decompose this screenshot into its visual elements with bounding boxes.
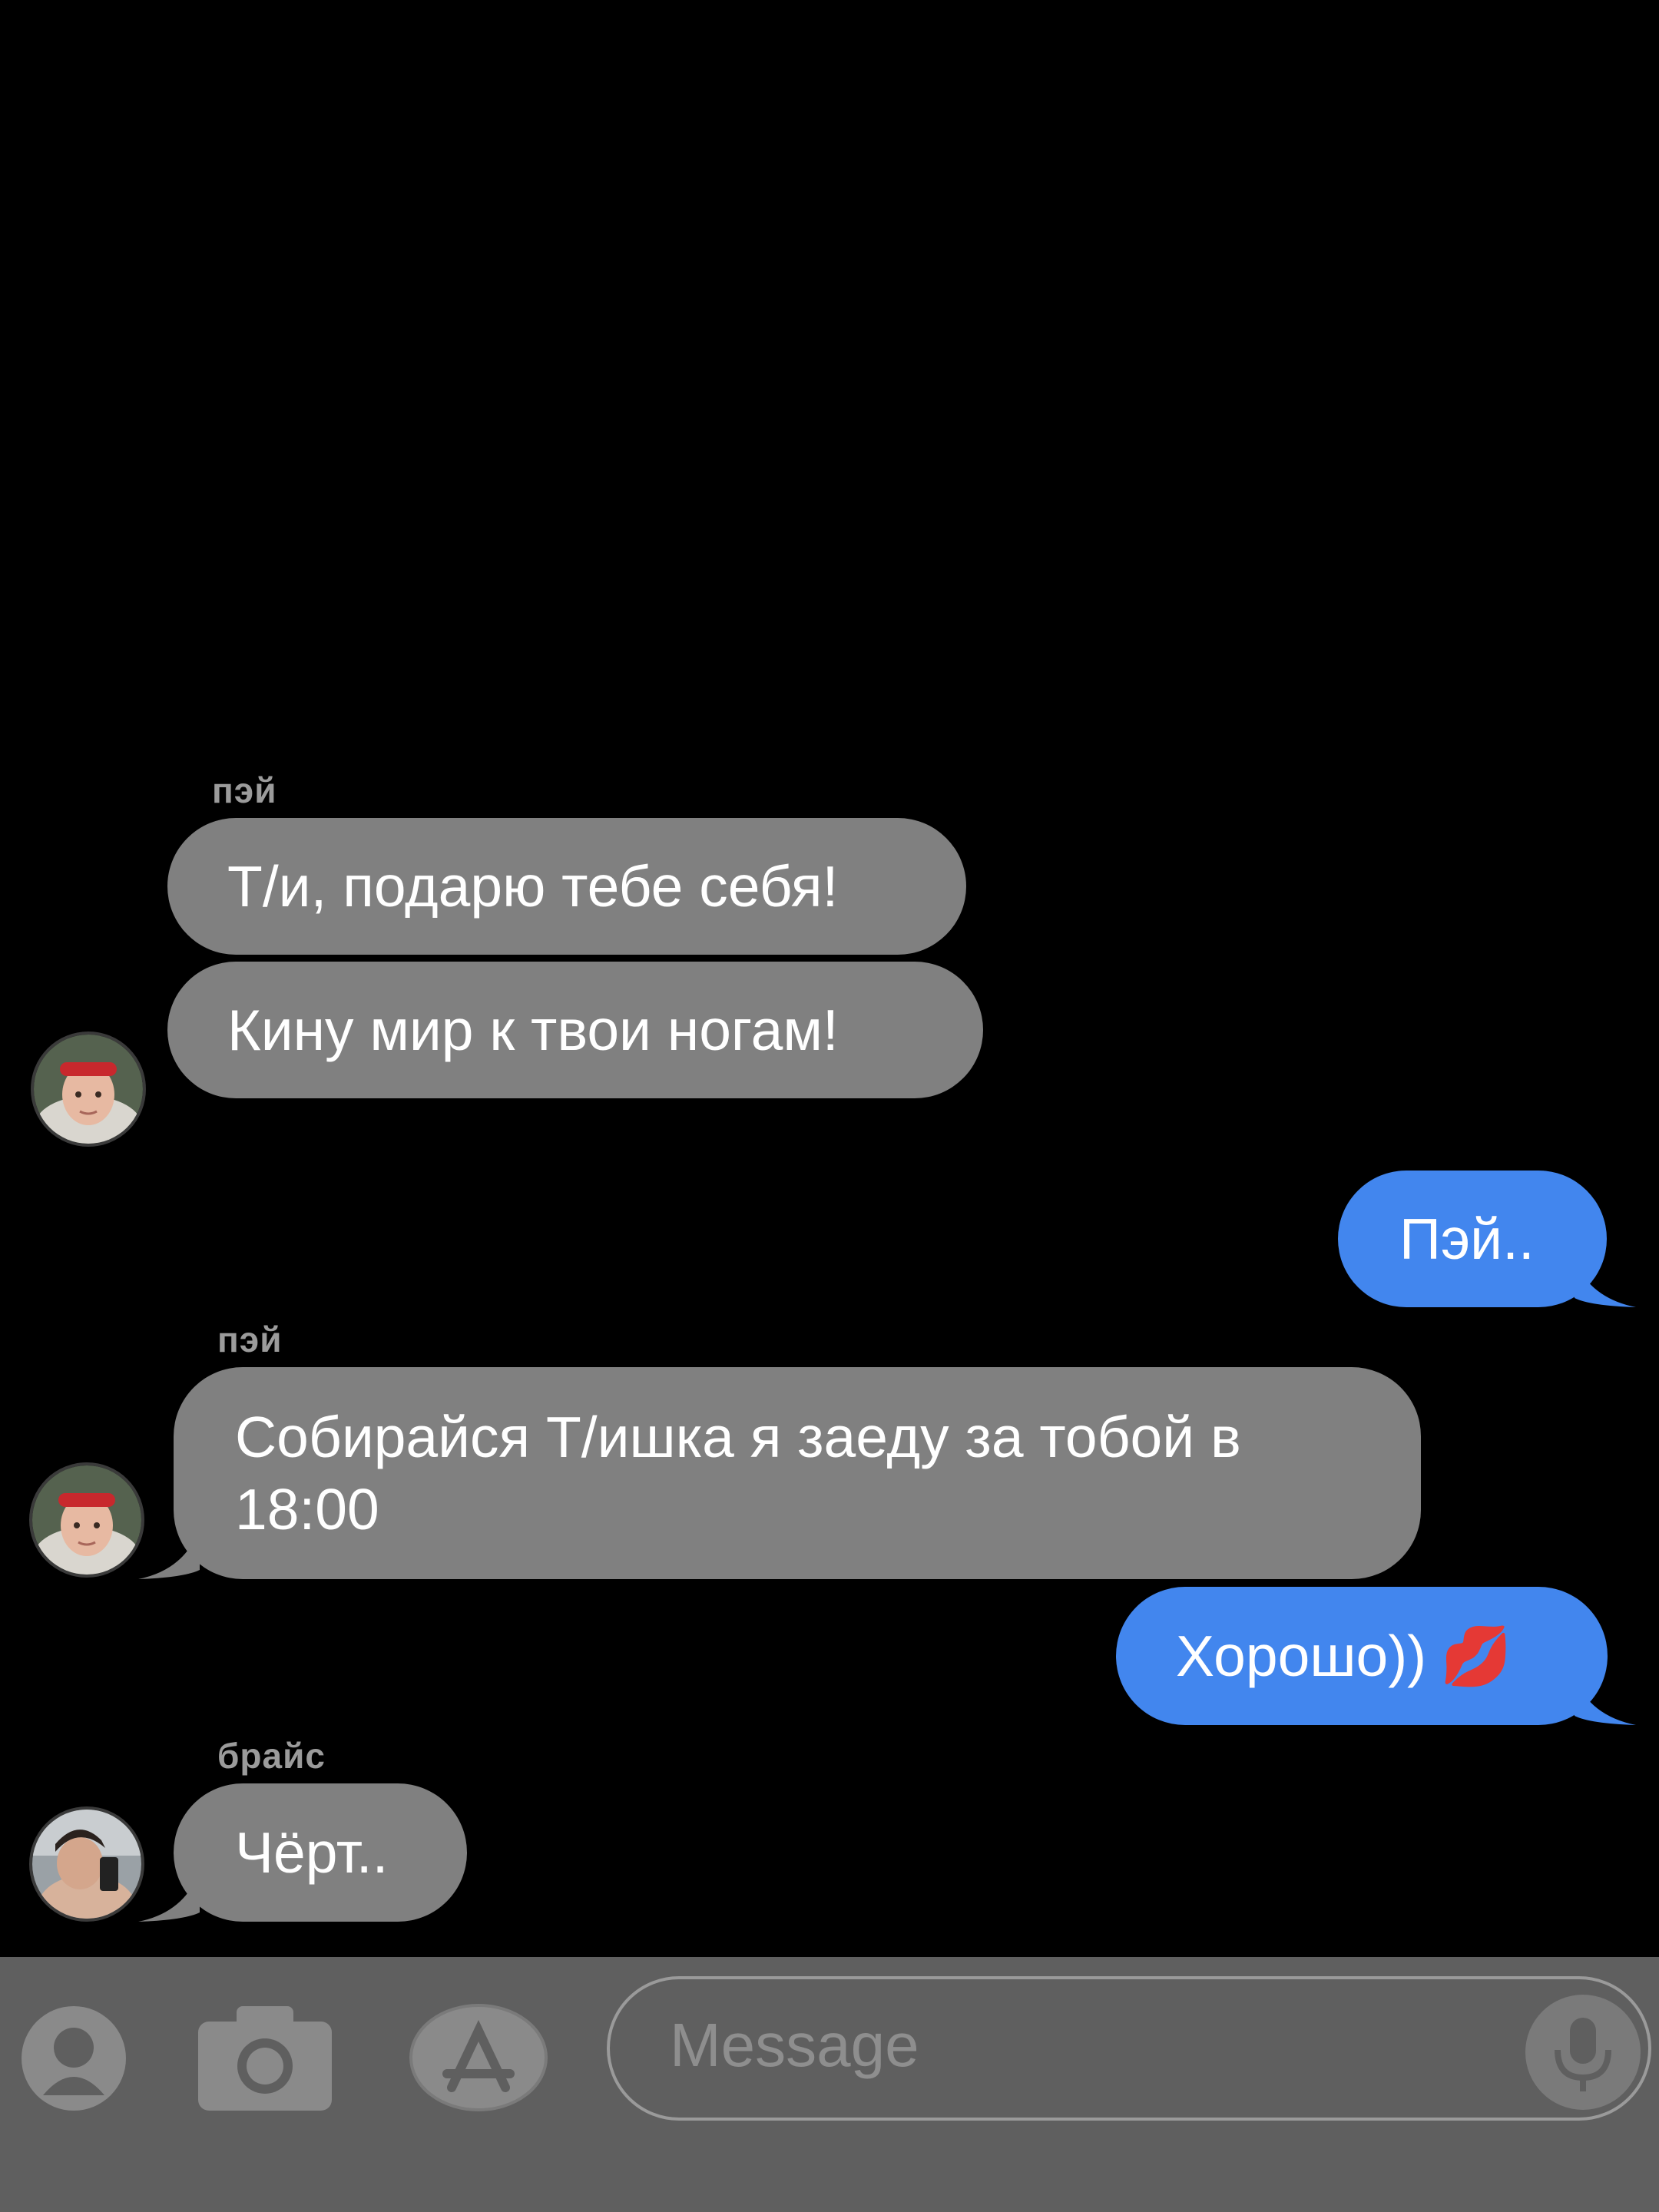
message-thread: пэй Т/и, подарю тебе себя! Кину мир к тв… (0, 0, 1659, 1957)
message-placeholder: Message (670, 2011, 919, 2079)
compose-bar: Message (0, 1957, 1659, 2212)
message-bubble[interactable]: Собирайся Т/ишка я заеду за тобой в 18:0… (174, 1367, 1421, 1579)
app-store-icon[interactable] (407, 2003, 550, 2112)
message-input[interactable]: Message (607, 1976, 1651, 2121)
message-text: Чёрт.. (235, 1820, 389, 1885)
avatar[interactable] (31, 1031, 146, 1147)
avatar[interactable] (29, 1462, 144, 1578)
message-text: Собирайся Т/ишка я заеду за тобой в 18:0… (235, 1405, 1241, 1541)
avatar-photo (32, 1810, 141, 1919)
contact-icon[interactable] (20, 2005, 127, 2112)
microphone-button[interactable] (1525, 1995, 1641, 2110)
avatar[interactable] (29, 1806, 144, 1922)
bubble-tail (1575, 1677, 1636, 1725)
kiss-emoji: 💋 (1440, 1624, 1512, 1688)
message-text: Пэй.. (1399, 1207, 1535, 1271)
message-text: Хорошо)) (1176, 1624, 1427, 1688)
message-bubble[interactable]: Чёрт.. (174, 1783, 467, 1922)
message-text: Кину мир к твои ногам! (227, 998, 839, 1062)
microphone-icon (1555, 2018, 1611, 2091)
sender-name: брайс (217, 1736, 326, 1776)
bubble-tail (1575, 1260, 1636, 1307)
avatar-photo (34, 1035, 143, 1144)
bubble-tail (138, 1528, 200, 1579)
message-bubble[interactable]: Пэй.. (1338, 1171, 1607, 1307)
message-text: Т/и, подарю тебе себя! (227, 854, 839, 919)
camera-icon[interactable] (198, 2003, 332, 2111)
sender-name: пэй (212, 770, 277, 810)
bubble-tail (138, 1871, 200, 1922)
sender-name: пэй (217, 1320, 283, 1359)
avatar-photo (32, 1465, 141, 1575)
message-bubble[interactable]: Кину мир к твои ногам! (167, 962, 983, 1098)
message-bubble[interactable]: Хорошо)) 💋 (1116, 1587, 1608, 1725)
message-bubble[interactable]: Т/и, подарю тебе себя! (167, 818, 966, 955)
